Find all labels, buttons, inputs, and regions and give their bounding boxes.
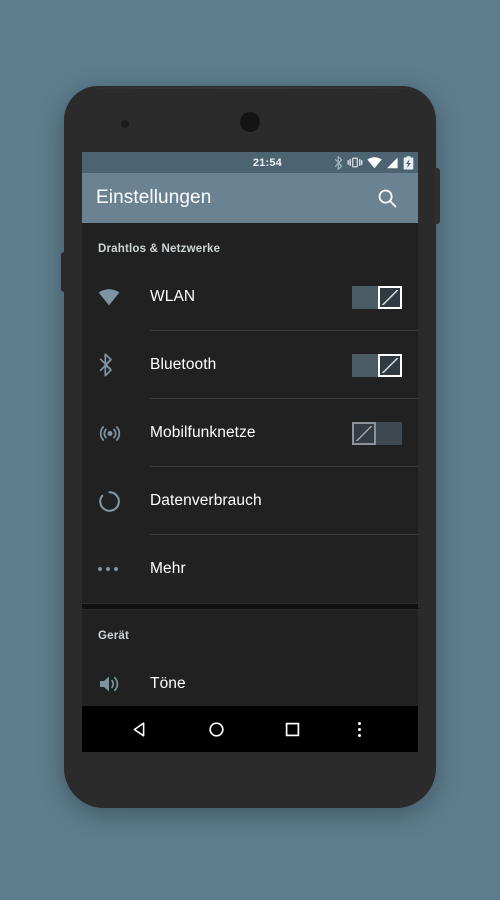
power-button[interactable] [435, 168, 440, 224]
action-bar: Einstellungen [82, 173, 418, 223]
settings-list[interactable]: Drahtlos & Netzwerke WLAN Bluetooth Mobi… [82, 223, 418, 752]
status-clock: 21:54 [252, 156, 282, 169]
status-bar: 21:54 [82, 152, 418, 173]
sound-icon [98, 674, 136, 694]
nav-overflow-button[interactable] [344, 706, 374, 752]
search-icon [378, 189, 396, 207]
nav-home-button[interactable] [192, 706, 240, 752]
home-icon [208, 721, 224, 737]
battery-charging-icon [403, 155, 414, 169]
mobile-networks-toggle-switch[interactable] [352, 421, 402, 445]
settings-row-more[interactable]: Mehr [82, 535, 418, 603]
switch-thumb [378, 285, 402, 309]
navigation-bar [82, 706, 418, 752]
settings-row-bluetooth[interactable]: Bluetooth [82, 331, 418, 399]
page-title: Einstellungen [96, 187, 212, 208]
wifi-icon [367, 156, 382, 168]
section-header-wireless: Drahtlos & Netzwerke [98, 243, 221, 255]
search-button[interactable] [369, 180, 405, 216]
phone-device: 21:54 Einstellungen Drahtlos & Netzwerke… [61, 86, 440, 808]
more-icon [98, 567, 136, 571]
recents-icon [285, 722, 299, 736]
settings-row-label: Bluetooth [150, 356, 217, 373]
data-usage-icon [98, 490, 136, 513]
settings-row-label: Mobilfunknetze [150, 424, 256, 441]
bluetooth-icon [98, 353, 136, 377]
bluetooth-toggle-switch[interactable] [352, 353, 402, 377]
front-camera [240, 112, 260, 132]
volume-button[interactable] [61, 252, 65, 292]
settings-row-label: WLAN [150, 288, 196, 305]
settings-row-wlan[interactable]: WLAN [82, 263, 418, 331]
section-separator [82, 603, 418, 610]
wifi-icon [98, 288, 136, 306]
settings-row-mobile-networks[interactable]: Mobilfunknetze [82, 399, 418, 467]
bluetooth-icon [334, 155, 343, 170]
overflow-menu-icon [357, 721, 361, 737]
settings-row-label: Mehr [150, 560, 186, 577]
vibrate-icon [347, 157, 363, 168]
settings-row-data-usage[interactable]: Datenverbrauch [82, 467, 418, 535]
switch-thumb [378, 353, 402, 377]
proximity-sensor [121, 120, 129, 128]
wlan-toggle-switch[interactable] [352, 285, 402, 309]
cell-network-icon [98, 421, 136, 445]
back-icon [133, 721, 144, 737]
nav-back-button[interactable] [116, 706, 164, 752]
switch-thumb [352, 421, 376, 445]
settings-row-label: Datenverbrauch [150, 492, 262, 509]
phone-screen: 21:54 Einstellungen Drahtlos & Netzwerke… [82, 152, 418, 752]
settings-row-label: Töne [150, 675, 186, 692]
nav-recents-button[interactable] [268, 706, 316, 752]
cell-signal-icon [387, 157, 398, 168]
status-icon-tray [334, 155, 414, 170]
section-header-device: Gerät [98, 630, 130, 642]
